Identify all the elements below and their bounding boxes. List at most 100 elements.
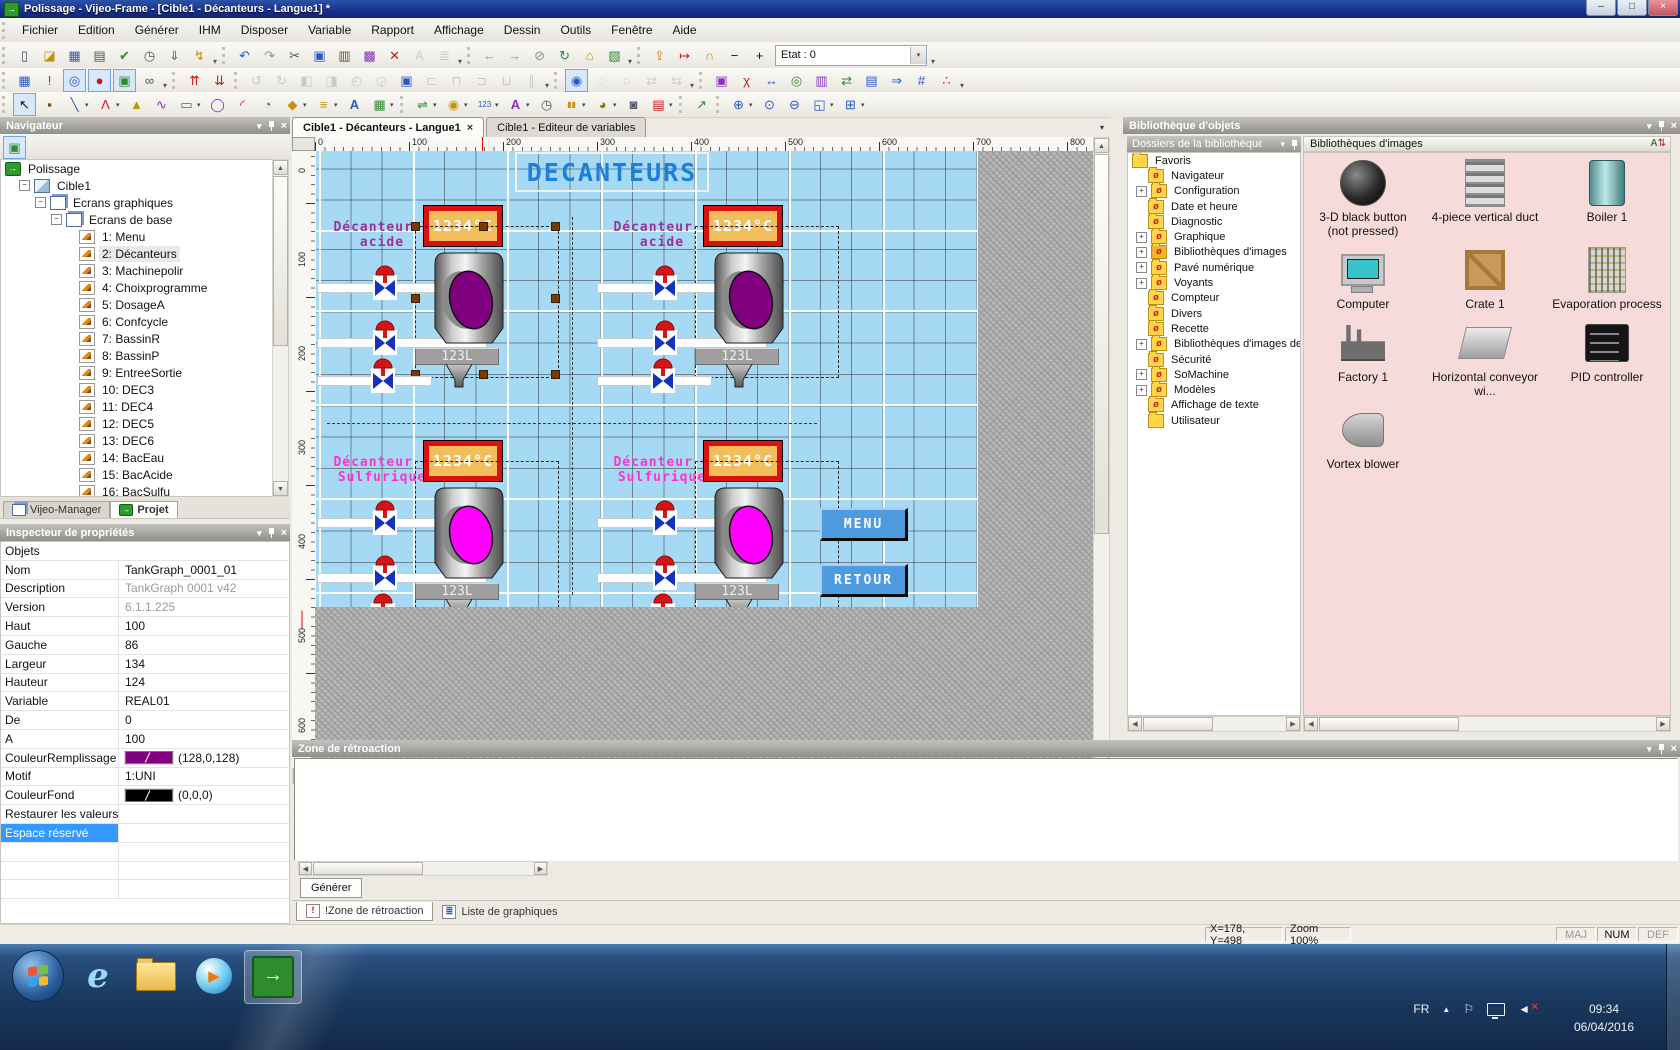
- tool-caret-icon[interactable]: ▾: [464, 101, 472, 109]
- retour-button[interactable]: RETOUR: [820, 564, 908, 597]
- tool-caret-icon[interactable]: ▾: [433, 101, 441, 109]
- panel-chevron-icon[interactable]: ▾: [1647, 744, 1652, 755]
- taskbar-file-explorer[interactable]: [128, 950, 184, 1002]
- duplicate-icon[interactable]: ▥: [810, 69, 833, 92]
- sort-images-icon[interactable]: A ⇅: [1650, 138, 1666, 149]
- navigator-scrollbar[interactable]: ▲ ▼: [272, 159, 289, 497]
- property-row[interactable]: Largeur134: [1, 655, 289, 674]
- meter-tool-icon[interactable]: ◷: [535, 93, 558, 116]
- tool-caret-icon[interactable]: ▾: [197, 101, 205, 109]
- list-view-icon[interactable]: ≣: [433, 44, 456, 67]
- library-image[interactable]: Factory 1: [1304, 319, 1422, 398]
- bg-color-swatch[interactable]: [125, 789, 173, 802]
- tool-caret-icon[interactable]: ▾: [85, 101, 93, 109]
- zoom-in-tool-icon[interactable]: ⊕: [727, 93, 750, 116]
- screen-image-icon[interactable]: ▣: [113, 69, 136, 92]
- rotate-right-icon[interactable]: ↻: [270, 69, 293, 92]
- tool-caret-icon[interactable]: ▾: [669, 101, 677, 109]
- tree-item-ecrans-graphiques[interactable]: − Ecrans graphiques: [1, 194, 272, 211]
- tank-graphic[interactable]: [709, 483, 789, 585]
- back-icon[interactable]: ←: [478, 44, 501, 67]
- property-row[interactable]: De0: [1, 711, 289, 730]
- images-hscrollbar[interactable]: ◀ ▶: [1303, 716, 1671, 732]
- copy-icon[interactable]: ▣: [308, 44, 331, 67]
- taskbar-media-player[interactable]: ▶: [186, 950, 242, 1002]
- distribute-icon[interactable]: ∥: [520, 69, 543, 92]
- tool-caret-icon[interactable]: ▾: [334, 101, 342, 109]
- overflow-chevron-icon[interactable]: ▾: [931, 57, 935, 66]
- property-row-fill-color[interactable]: CouleurRemplissage (128,0,128): [1, 749, 289, 768]
- library-image[interactable]: Boiler 1: [1548, 159, 1666, 238]
- property-row[interactable]: Haut100: [1, 617, 289, 636]
- property-row-selected[interactable]: Espace réservé: [1, 824, 289, 843]
- zoom-selection-tool-icon[interactable]: ⊙: [758, 93, 781, 116]
- expand-icon[interactable]: +: [1136, 232, 1147, 243]
- scroll-left-icon[interactable]: ◀: [1304, 717, 1318, 731]
- tank-group-decanteur-3[interactable]: Décanteur 3acide 1234°C 123L: [317, 206, 567, 406]
- scroll-right-icon[interactable]: ▶: [1286, 717, 1300, 731]
- gauge-tool-icon[interactable]: ◕: [591, 93, 614, 116]
- tool-caret-icon[interactable]: ▾: [582, 101, 590, 109]
- numeric-display-tool-icon[interactable]: 123: [473, 93, 496, 116]
- menu-affichage[interactable]: Affichage: [424, 19, 494, 41]
- line-tool-icon[interactable]: ╲: [63, 93, 86, 116]
- align-left-icon[interactable]: ⊏: [420, 69, 443, 92]
- arc-tool-icon[interactable]: ◜: [231, 93, 254, 116]
- print-icon[interactable]: ▤: [88, 44, 111, 67]
- valve-icon[interactable]: [652, 553, 678, 591]
- tool-caret-icon[interactable]: ▾: [116, 101, 124, 109]
- panel-chevron-icon[interactable]: ▾: [257, 528, 262, 539]
- navigator-screens-icon[interactable]: ▣: [3, 136, 26, 159]
- volume-muted-icon[interactable]: ◄×: [1518, 1002, 1530, 1016]
- animation-d-icon[interactable]: ⇆: [665, 69, 688, 92]
- window-properties-icon[interactable]: ▣: [710, 69, 733, 92]
- save-icon[interactable]: ▦: [63, 44, 86, 67]
- switch-tool-icon[interactable]: ⇌: [411, 93, 434, 116]
- overflow-chevron-icon[interactable]: ▾: [213, 57, 217, 66]
- taskbar-clock[interactable]: 09:34 06/04/2016: [1556, 1000, 1652, 1036]
- menu-outils[interactable]: Outils: [550, 19, 601, 41]
- tree-item-screen[interactable]: 3: Machinepolir: [1, 262, 272, 279]
- folders-hscrollbar[interactable]: ◀ ▶: [1127, 716, 1301, 732]
- menu-rapport[interactable]: Rapport: [361, 19, 424, 41]
- delete-icon[interactable]: ✕: [383, 44, 406, 67]
- tree-item-screen[interactable]: 15: BacAcide: [1, 466, 272, 483]
- tool-caret-icon[interactable]: ▾: [830, 101, 838, 109]
- tree-item-screen[interactable]: 14: BacEau: [1, 449, 272, 466]
- tab-list-chevron-icon[interactable]: ▾: [1100, 123, 1104, 132]
- expand-icon[interactable]: +: [1136, 278, 1147, 289]
- tab-close-icon[interactable]: ×: [467, 122, 473, 134]
- property-row[interactable]: Restaurer les valeurs pa: [1, 805, 289, 824]
- menu-disposer[interactable]: Disposer: [231, 19, 298, 41]
- filmstrip-icon[interactable]: ▤: [860, 69, 883, 92]
- ellipse-tool-icon[interactable]: ◯: [206, 93, 229, 116]
- home-icon[interactable]: ⌂: [578, 44, 601, 67]
- tool-caret-icon[interactable]: ▾: [749, 101, 757, 109]
- page-alert-icon[interactable]: !: [38, 69, 61, 92]
- selection-handle[interactable]: [411, 222, 420, 231]
- valve-icon[interactable]: [372, 498, 398, 536]
- grid-tool-icon[interactable]: ⊞: [839, 93, 862, 116]
- tree-item-cible1[interactable]: − Cible1: [1, 177, 272, 194]
- selection-handle[interactable]: [479, 370, 488, 379]
- tree-item-screen[interactable]: 9: EntreeSortie: [1, 364, 272, 381]
- animation-c-icon[interactable]: ⇄: [640, 69, 663, 92]
- forward-icon[interactable]: →: [503, 44, 526, 67]
- tree-item-screen[interactable]: 16: BacSulfu: [1, 483, 272, 497]
- start-button[interactable]: [12, 950, 64, 1002]
- canvas-vscrollbar[interactable]: ▲ ▼: [1093, 137, 1110, 768]
- panel-chevron-icon[interactable]: ▾: [257, 121, 262, 132]
- select-tool-icon[interactable]: ↖: [13, 93, 36, 116]
- selection-handle[interactable]: [551, 222, 560, 231]
- menu-ihm[interactable]: IHM: [189, 19, 231, 41]
- property-row[interactable]: Hauteur124: [1, 674, 289, 693]
- overflow-chevron-icon[interactable]: ▾: [960, 81, 964, 90]
- state-combobox[interactable]: Etat : 0 ▾: [775, 45, 927, 66]
- polygon-tool-icon[interactable]: ▲: [125, 93, 148, 116]
- state-plus-icon[interactable]: +: [748, 44, 771, 67]
- dots-icon[interactable]: ∴: [935, 69, 958, 92]
- taskbar-vijeo-frame-active[interactable]: →: [244, 950, 302, 1004]
- scroll-left-icon[interactable]: ◀: [299, 862, 312, 875]
- tree-item-screen[interactable]: 11: DEC4: [1, 398, 272, 415]
- selection-handle[interactable]: [551, 370, 560, 379]
